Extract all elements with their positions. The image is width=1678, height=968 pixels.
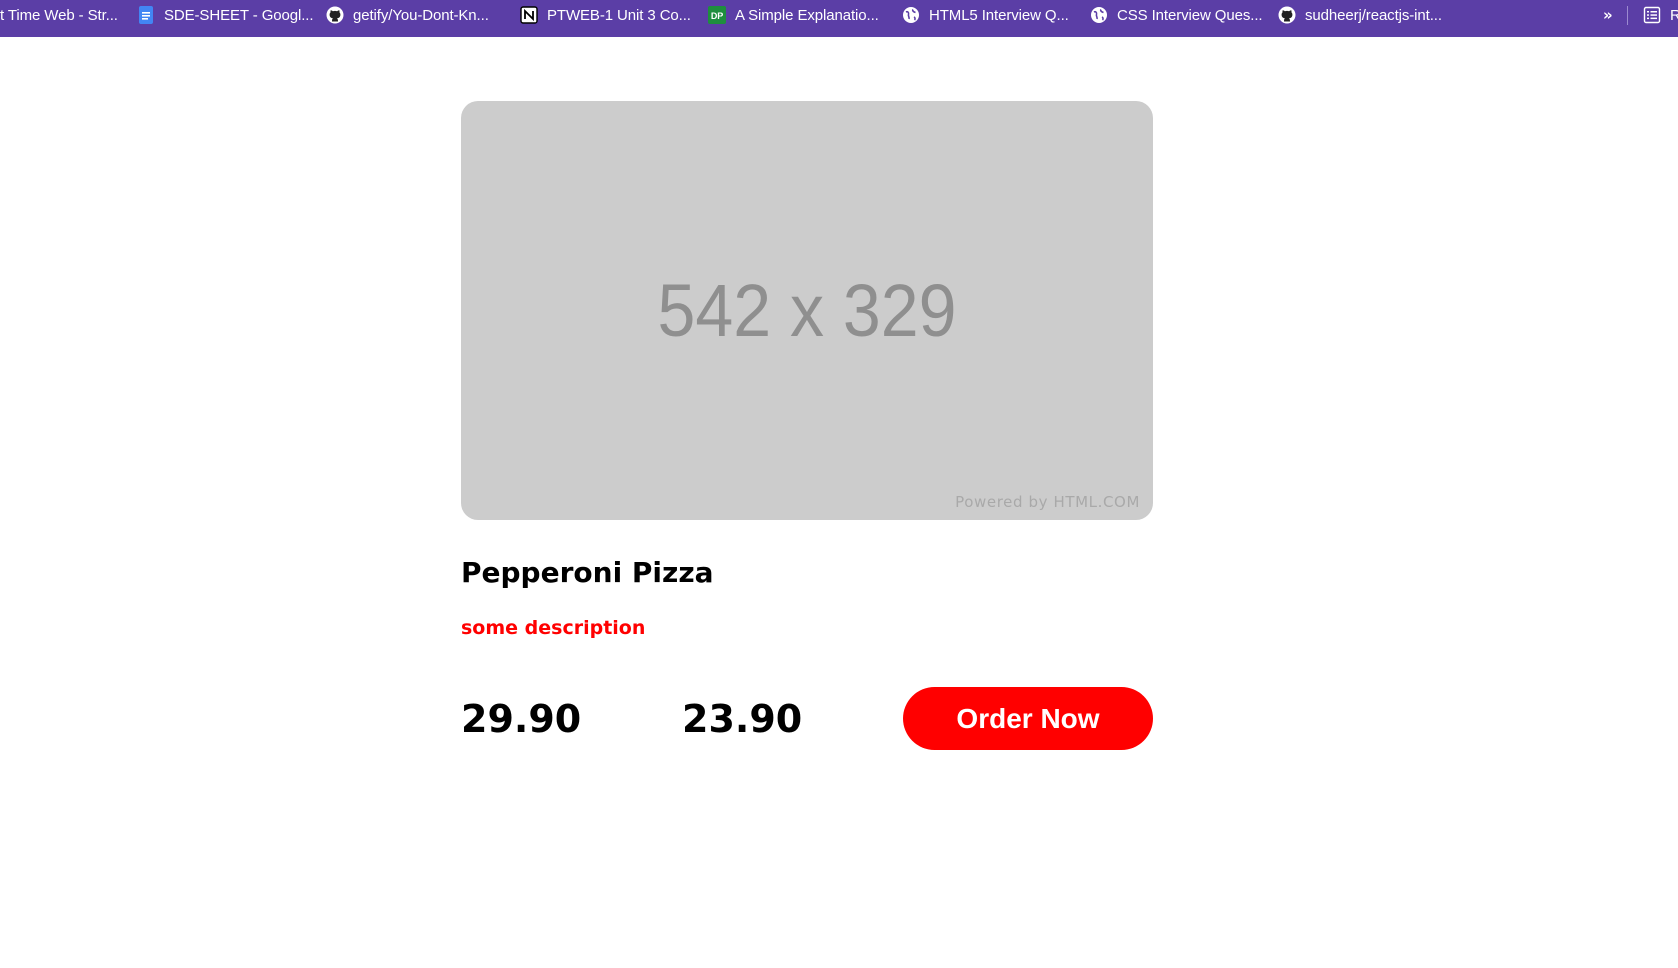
order-now-button[interactable]: Order Now bbox=[903, 687, 1153, 750]
bookmark-time-web[interactable]: t Time Web - Str... bbox=[0, 0, 118, 30]
bookmark-label: sudheerj/reactjs-int... bbox=[1305, 6, 1442, 24]
bookmarks-divider bbox=[1627, 6, 1628, 25]
bookmark-label: HTML5 Interview Q... bbox=[929, 6, 1069, 24]
image-dimensions-text: 542 x 329 bbox=[657, 269, 957, 352]
github-icon bbox=[1278, 6, 1296, 24]
bookmark-getify[interactable]: getify/You-Dont-Kn... bbox=[326, 0, 489, 30]
bookmark-sde-sheet[interactable]: SDE-SHEET - Googl... bbox=[137, 0, 314, 30]
dp-icon: DP bbox=[708, 6, 726, 24]
bookmark-label: t Time Web - Str... bbox=[0, 6, 118, 24]
reading-list-icon bbox=[1643, 6, 1661, 24]
image-watermark: Powered by HTML.COM bbox=[955, 493, 1140, 511]
product-title: Pepperoni Pizza bbox=[461, 556, 714, 589]
price-row: 29.90 23.90 Order Now bbox=[461, 687, 1153, 751]
product-image: 542 x 329 Powered by HTML.COM bbox=[461, 101, 1153, 520]
notion-icon bbox=[520, 6, 538, 24]
price-sale: 23.90 bbox=[682, 697, 803, 741]
reading-list-label: R bbox=[1670, 6, 1678, 24]
bookmark-label: SDE-SHEET - Googl... bbox=[164, 6, 314, 24]
bookmarks-overflow-button[interactable]: » bbox=[1603, 0, 1613, 30]
github-icon bbox=[326, 6, 344, 24]
bookmark-ptweb[interactable]: PTWEB-1 Unit 3 Co... bbox=[520, 0, 691, 30]
bookmark-label: getify/You-Dont-Kn... bbox=[353, 6, 489, 24]
bookmark-simple-explanation[interactable]: DP A Simple Explanatio... bbox=[708, 0, 879, 30]
globe-icon bbox=[1090, 6, 1108, 24]
product-description: some description bbox=[461, 617, 646, 639]
bookmark-label: CSS Interview Ques... bbox=[1117, 6, 1263, 24]
bookmark-label: A Simple Explanatio... bbox=[735, 6, 879, 24]
svg-text:DP: DP bbox=[711, 11, 723, 21]
reading-list-button[interactable]: R bbox=[1643, 0, 1678, 30]
globe-icon bbox=[902, 6, 920, 24]
bookmark-sudheerj[interactable]: sudheerj/reactjs-int... bbox=[1278, 0, 1442, 30]
bookmarks-bar: t Time Web - Str... SDE-SHEET - Googl...… bbox=[0, 0, 1678, 37]
bookmark-css-interview[interactable]: CSS Interview Ques... bbox=[1090, 0, 1263, 30]
bookmark-html5-interview[interactable]: HTML5 Interview Q... bbox=[902, 0, 1069, 30]
google-docs-icon bbox=[137, 6, 155, 24]
chevron-double-right-icon: » bbox=[1603, 6, 1613, 24]
price-original: 29.90 bbox=[461, 697, 582, 741]
product-card: 542 x 329 Powered by HTML.COM Pepperoni … bbox=[461, 101, 1153, 751]
bookmark-label: PTWEB-1 Unit 3 Co... bbox=[547, 6, 691, 24]
